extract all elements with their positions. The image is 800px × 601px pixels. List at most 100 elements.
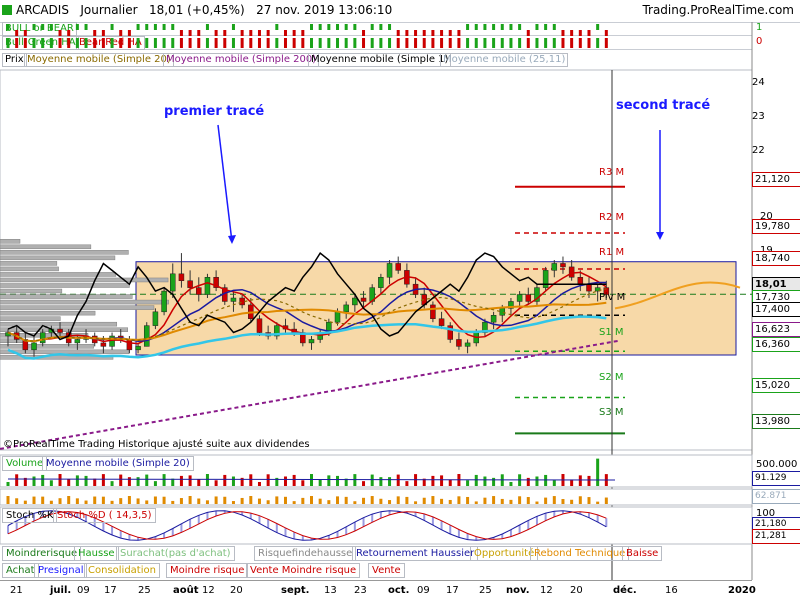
- ha-tick: [179, 38, 183, 48]
- signal-chip[interactable]: Moindre risque: [166, 563, 249, 578]
- signal-chip[interactable]: Baisse: [622, 546, 663, 561]
- ha-tick: [84, 38, 88, 48]
- bull-bear-tick: [197, 30, 201, 36]
- second-volume-bar: [396, 496, 400, 504]
- volume-ma-label[interactable]: Moyenne mobile (Simple 20): [42, 456, 194, 471]
- bull-bear-tick: [214, 30, 218, 36]
- bull-bear-tick: [179, 30, 183, 36]
- second-volume-bar: [283, 496, 287, 504]
- volume-bar: [58, 474, 62, 486]
- ha-tick: [448, 38, 452, 48]
- second-volume-bar: [205, 500, 209, 504]
- ha-tick: [23, 38, 27, 48]
- second-volume-bar: [240, 497, 244, 504]
- bull-bear-tick: [275, 24, 279, 30]
- candle-body: [170, 273, 176, 292]
- volume-profile-bar: [0, 239, 21, 244]
- signal-row-1: Moindrerisque Hausse Surachat(pas d'achat)…: [0, 546, 752, 561]
- bull-bear-tick: [240, 30, 244, 36]
- bull-bear-tick: [596, 24, 600, 30]
- ha-tick: [344, 38, 348, 48]
- candle-body: [187, 280, 193, 288]
- date-tick-label: 16: [665, 585, 678, 596]
- date-tick-label: 12: [540, 585, 553, 596]
- bull-bear-tick: [535, 24, 539, 30]
- second-volume-bar: [596, 501, 600, 504]
- second-volume-bar: [214, 496, 218, 504]
- signal-chip[interactable]: Consolidation: [84, 563, 160, 578]
- stoch-k-label[interactable]: Stoch %K: [2, 508, 58, 523]
- candle-body: [360, 297, 367, 302]
- stoch-d-label[interactable]: Stoch %D ( 14,3,5): [53, 508, 156, 523]
- candle-body: [516, 294, 523, 302]
- volume-label[interactable]: Volume: [2, 456, 48, 471]
- bull-bear-tick: [257, 30, 261, 36]
- signal-chip[interactable]: Risquefindehausse: [254, 546, 357, 561]
- volume-bar: [544, 474, 548, 486]
- volume-bar: [396, 474, 400, 486]
- signal-chip[interactable]: Retournement Haussier: [352, 546, 479, 561]
- signal-chip[interactable]: Hausse: [74, 546, 119, 561]
- ha-tick: [604, 38, 608, 48]
- volume-bar: [223, 474, 227, 486]
- piv-price-box: 17,400: [752, 302, 800, 317]
- volume-profile-bar: [0, 277, 169, 283]
- ha-tick: [552, 38, 556, 48]
- volume-bar: [405, 481, 409, 486]
- bull-bear-tick: [23, 30, 27, 36]
- second-volume-bar: [162, 496, 166, 504]
- bull-bear-tick: [205, 24, 209, 30]
- signal-chip[interactable]: Vente Moindre risque: [246, 563, 361, 578]
- ha-tick: [205, 38, 209, 48]
- second-volume-bar: [15, 498, 19, 504]
- volume-bar: [362, 481, 366, 486]
- volume-bar: [492, 477, 496, 486]
- candle-body: [551, 263, 558, 271]
- ha-tick: [58, 38, 62, 48]
- volume-bar: [318, 479, 322, 486]
- candle-body: [499, 308, 506, 316]
- bull-bear-tick: [283, 30, 287, 36]
- volume-bar: [578, 475, 582, 486]
- signal-chip[interactable]: Vente: [368, 563, 405, 578]
- second-volume-bar: [310, 496, 313, 504]
- signal-chip[interactable]: Rebond Technique: [530, 546, 630, 561]
- second-volume-bar: [379, 498, 383, 504]
- second-volume-bar: [292, 501, 296, 504]
- candle-body: [386, 263, 393, 278]
- ha-tick: [93, 38, 97, 48]
- ha-tick: [275, 38, 279, 48]
- bull-bear-tick: [119, 30, 123, 36]
- second-volume-bar: [49, 500, 53, 504]
- date-tick-label: 20: [230, 585, 243, 596]
- ha-tick: [188, 38, 192, 48]
- second-volume-bar: [197, 498, 201, 504]
- date-tick-label: 17: [104, 585, 117, 596]
- second-volume-bar: [570, 499, 574, 504]
- ha-tick: [578, 38, 582, 48]
- ha-tick: [283, 38, 287, 48]
- signal-chip[interactable]: Surachat(pas d'achat): [116, 546, 235, 561]
- second-volume-bar: [84, 500, 88, 504]
- candle-body: [239, 297, 245, 306]
- signal-chip[interactable]: Opportunité: [470, 546, 539, 561]
- candle-body: [256, 318, 263, 333]
- candle-body: [586, 283, 592, 292]
- ha-tick: [544, 38, 548, 48]
- volume-bar: [67, 479, 71, 486]
- candle-body: [378, 277, 384, 288]
- signal-chip[interactable]: Presignal: [34, 563, 88, 578]
- bull-bear-tick: [145, 24, 149, 30]
- r2-price-box: 19,780: [752, 219, 800, 234]
- candle-body: [577, 277, 584, 285]
- volume-bar: [32, 476, 36, 486]
- ha-tick: [535, 38, 539, 48]
- second-volume-bar: [101, 496, 105, 504]
- bull-bear-tick: [310, 24, 313, 30]
- volume-bar: [483, 476, 487, 486]
- second-volume-bar: [336, 496, 340, 504]
- signal-row-2: Achat Presignal Consolidation Moindre risqu…: [0, 563, 752, 578]
- ha-tick: [266, 38, 270, 48]
- signal-chip[interactable]: Moindrerisque: [2, 546, 82, 561]
- ha-tick: [231, 38, 235, 48]
